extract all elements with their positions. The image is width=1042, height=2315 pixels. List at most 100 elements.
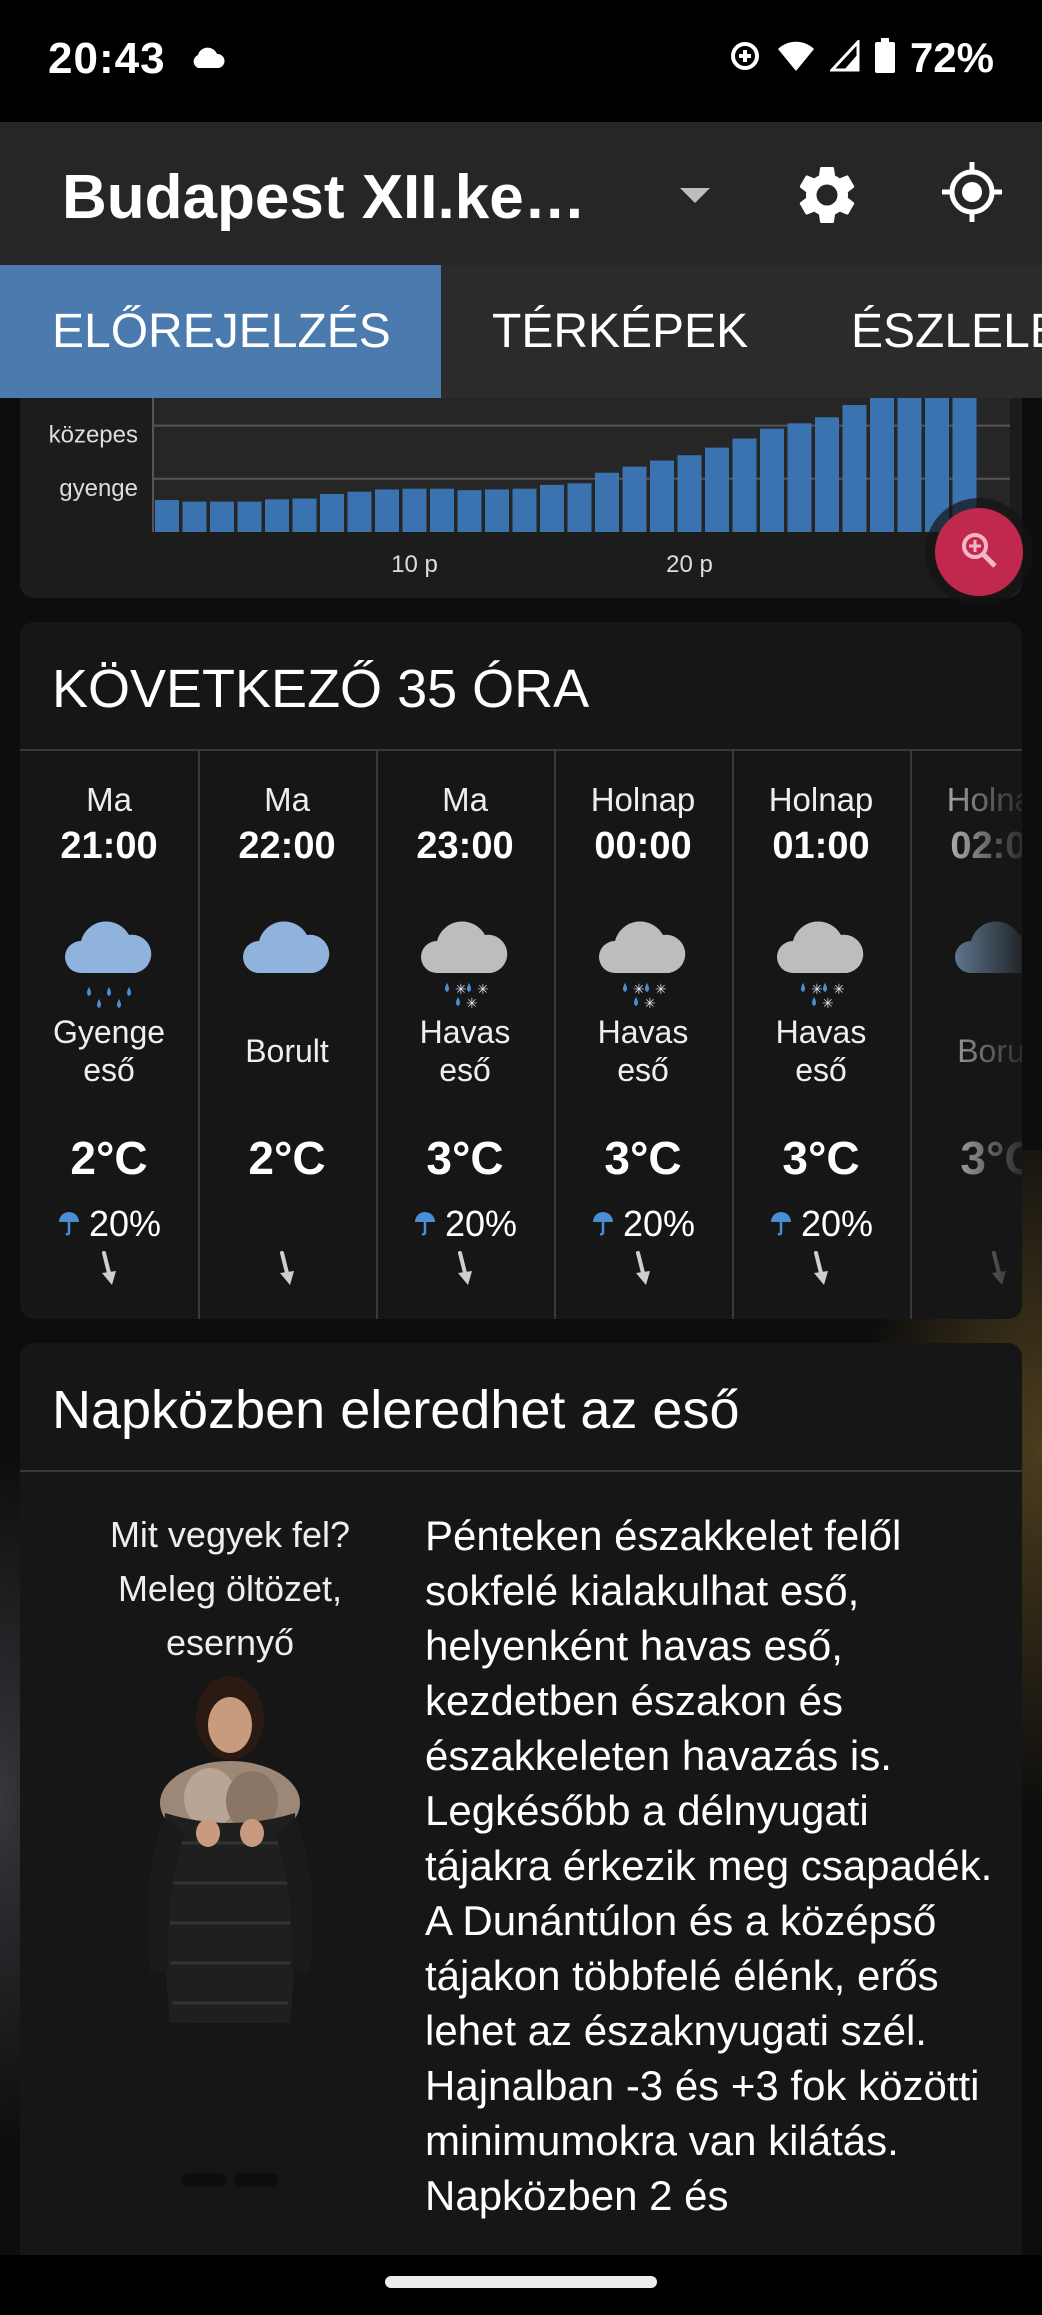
precip-bar (347, 491, 372, 532)
svg-text:✳: ✳ (477, 981, 489, 997)
hour-column[interactable]: Ma 23:00 ✳ ✳ ✳ Havas eső 3°C 20% (376, 751, 556, 1319)
hour-precip: 20% (554, 1203, 732, 1245)
hour-column[interactable]: Holnap 00:00 ✳ ✳ ✳ Havas eső 3°C 20% (554, 751, 734, 1319)
precip-bar (870, 398, 894, 532)
y-axis-label: közepes (49, 422, 138, 449)
precip-bar (485, 489, 509, 532)
hour-precip: 20% (20, 1203, 198, 1245)
precip-bar (210, 501, 234, 532)
home-gesture-handle[interactable] (385, 2276, 657, 2288)
precip-bar (705, 447, 729, 532)
hourly-forecast-card: KÖVETKEZŐ 35 ÓRA Ma 21:00 Gyenge eső 2°C 20%… (20, 622, 1022, 1319)
scroll-fade (902, 751, 1022, 1319)
precip-bar (567, 483, 592, 532)
hour-temperature: 3°C (604, 1132, 682, 1184)
clothing-person-illustration (130, 1673, 330, 2198)
umbrella-icon (413, 1203, 437, 1245)
wind-arrow-icon (554, 1249, 732, 1289)
precip-probability: 20% (800, 1203, 874, 1244)
hour-day: Holnap (590, 781, 696, 818)
divider (20, 1470, 1022, 1472)
precip-bar (595, 472, 619, 532)
precip-probability: 20% (622, 1203, 696, 1244)
hour-time: 21:00 (60, 825, 158, 867)
hour-condition: Borult (198, 1011, 376, 1091)
data-saver-icon (728, 39, 762, 78)
hourly-title: KÖVETKEZŐ 35 ÓRA (52, 659, 590, 719)
status-bar: 20:43 72% (0, 0, 1042, 122)
precip-bar (375, 489, 399, 532)
dropdown-icon[interactable] (680, 188, 710, 209)
wind-arrow-icon (376, 1249, 554, 1289)
tab-bar: ELŐREJELZÉS TÉRKÉPEK ÉSZLELÉSEK (0, 265, 1042, 398)
precipitation-chart-card: közepesgyenge10 p20 p30 p40 p50 p (20, 398, 1022, 598)
cloud-icon (198, 911, 376, 1011)
svg-text:✳: ✳ (655, 981, 667, 997)
hour-column[interactable]: Holnap 01:00 ✳ ✳ ✳ Havas eső 3°C 20% (732, 751, 912, 1319)
precip-bar (677, 455, 702, 532)
precip-probability: 20% (444, 1203, 518, 1244)
svg-text:✳: ✳ (822, 995, 834, 1011)
svg-text:✳: ✳ (633, 981, 645, 997)
hour-condition-label: Gyenge eső (52, 1014, 166, 1088)
hour-precip: 20% (376, 1203, 554, 1245)
x-axis-label: 20 p (666, 551, 713, 578)
tab-maps[interactable]: TÉRKÉPEK (492, 265, 748, 398)
zoom-in-button[interactable] (935, 508, 1023, 596)
app-bar: Budapest XII.ker… (0, 122, 1042, 265)
precip-bar (237, 501, 262, 532)
hour-condition-label: Havas eső (419, 1014, 511, 1088)
cloud-icon (190, 46, 226, 75)
hour-condition: Havas eső (732, 1011, 910, 1091)
precip-bar (265, 499, 289, 532)
svg-text:✳: ✳ (644, 995, 656, 1011)
precip-bar (182, 501, 207, 532)
tab-observations[interactable]: ÉSZLELÉSEK (851, 265, 1042, 398)
wifi-icon (776, 39, 816, 78)
hour-condition-label: Borult (245, 1033, 329, 1069)
hour-temperature: 2°C (248, 1132, 326, 1184)
hourly-list[interactable]: Ma 21:00 Gyenge eső 2°C 20% Ma 22:00 Borult 2°C M… (20, 749, 1022, 1319)
precip-bar (155, 500, 179, 532)
precip-bar (622, 466, 647, 532)
precip-bar (512, 488, 537, 532)
location-title[interactable]: Budapest XII.ker… (62, 162, 602, 233)
precip-bar (457, 490, 482, 532)
sleet-icon: ✳ ✳ ✳ (732, 911, 910, 1011)
precip-bar (402, 488, 427, 532)
hour-day: Ma (264, 781, 310, 818)
hour-column[interactable]: Ma 22:00 Borult 2°C (198, 751, 378, 1319)
hour-column[interactable]: Ma 21:00 Gyenge eső 2°C 20% (20, 751, 200, 1319)
precip-bar (842, 405, 867, 532)
hour-precip: 20% (732, 1203, 910, 1245)
hour-condition: Havas eső (376, 1011, 554, 1091)
hour-time: 22:00 (238, 825, 336, 867)
hour-day: Ma (86, 781, 132, 818)
tab-forecast[interactable]: ELŐREJELZÉS (0, 265, 441, 398)
settings-icon[interactable] (792, 160, 862, 235)
my-location-icon[interactable] (940, 160, 1004, 229)
svg-text:✳: ✳ (466, 995, 478, 1011)
precip-bar (320, 494, 344, 532)
precip-bar (732, 438, 757, 532)
svg-text:✳: ✳ (455, 981, 467, 997)
sleet-icon: ✳ ✳ ✳ (554, 911, 732, 1011)
hour-condition: Gyenge eső (20, 1011, 198, 1091)
umbrella-icon (57, 1203, 81, 1245)
hour-time: 01:00 (772, 825, 870, 867)
hour-condition-label: Havas eső (775, 1014, 867, 1088)
status-icons: 72% (728, 34, 994, 82)
hour-day: Holnap (768, 781, 874, 818)
precip-bar (760, 428, 784, 532)
svg-text:✳: ✳ (833, 981, 845, 997)
clothing-advice: Mit vegyek fel? Meleg öltözet, esernyő (60, 1508, 400, 1670)
hour-time: 23:00 (416, 825, 514, 867)
hour-temperature: 3°C (426, 1132, 504, 1184)
svg-text:✳: ✳ (811, 981, 823, 997)
rain-icon (20, 911, 198, 1011)
clothing-question: Mit vegyek fel? (109, 1514, 351, 1555)
precip-bar (787, 423, 812, 532)
precip-bar (897, 398, 922, 532)
precip-bar (650, 460, 674, 532)
signal-icon (828, 37, 860, 77)
